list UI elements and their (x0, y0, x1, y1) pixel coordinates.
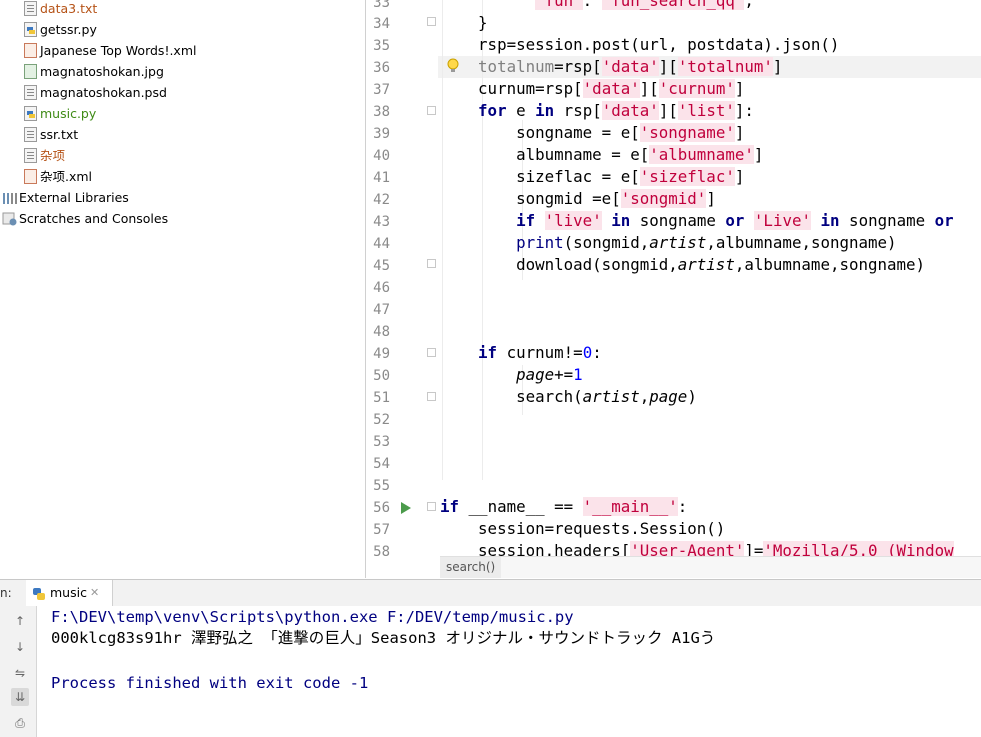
scroll-up-icon[interactable]: ↑ (11, 612, 29, 630)
code-line: page+=1 (516, 365, 583, 384)
tree-item-label: getssr.py (40, 22, 97, 37)
python-icon (32, 586, 46, 605)
code-line: albumname = e['albumname'] (440, 145, 764, 164)
text-file-icon (24, 1, 37, 16)
code-line: curnum=rsp['data']['curnum'] (440, 79, 745, 98)
project-tree-panel: data3.txt getssr.py Japanese Top Words!.… (0, 0, 366, 578)
line-number: 38 (373, 104, 390, 120)
fold-marker[interactable] (427, 106, 436, 115)
line-number: 52 (373, 412, 390, 428)
print-icon[interactable]: ⎙ (11, 714, 29, 732)
library-icon (2, 190, 17, 205)
run-tab-music[interactable]: music ✕ (26, 580, 113, 606)
line-number: 40 (373, 148, 390, 164)
line-number: 43 (373, 214, 390, 230)
line-number: 50 (373, 368, 390, 384)
code-line: print(songmid,artist,albumname,songname) (516, 233, 897, 252)
xml-file-icon (24, 43, 37, 58)
soft-wrap-icon[interactable]: ⇋ (11, 664, 29, 682)
tree-item-label: Scratches and Consoles (19, 211, 169, 226)
code-line: 'fun': 'fun_search_qq', (440, 0, 754, 12)
line-number: 35 (373, 38, 390, 54)
line-number: 58 (373, 544, 390, 560)
line-number-gutter[interactable]: 33 34 35 36 37 38 39 40 41 42 43 44 45 4… (366, 0, 459, 560)
breadcrumb: search() (440, 556, 981, 578)
line-number: 57 (373, 522, 390, 538)
scratches-icon (2, 211, 17, 226)
line-number: 54 (373, 456, 390, 472)
line-number: 39 (373, 126, 390, 142)
tree-item-label: 杂项.xml (40, 169, 93, 184)
xml-file-icon (24, 169, 37, 184)
code-line: totalnum=rsp['data']['totalnum'] (478, 57, 783, 76)
fold-marker[interactable] (427, 502, 436, 511)
tree-item-label: Japanese Top Words!.xml (40, 43, 197, 58)
line-number: 51 (373, 390, 390, 406)
tree-item-label: magnatoshokan.psd (40, 85, 167, 100)
text-file-icon (24, 127, 37, 142)
code-line: songname = e['songname'] (440, 123, 745, 142)
text-file-icon (24, 148, 37, 163)
code-line: if __name__ == '__main__': (440, 497, 688, 516)
fold-marker[interactable] (427, 348, 436, 357)
tree-item-label: External Libraries (19, 190, 129, 205)
code-area[interactable]: 'fun': 'fun_search_qq', } rsp=session.po… (440, 0, 981, 560)
line-number: 49 (373, 346, 390, 362)
line-number: 34 (373, 16, 390, 32)
python-file-icon (24, 106, 37, 121)
console-output[interactable]: F:\DEV\temp\venv\Scripts\python.exe F:/D… (37, 606, 981, 737)
line-number: 48 (373, 324, 390, 340)
code-editor[interactable]: 33 34 35 36 37 38 39 40 41 42 43 44 45 4… (366, 0, 981, 578)
fold-marker[interactable] (427, 259, 436, 268)
code-line: download(songmid,artist,albumname,songna… (440, 255, 926, 274)
image-file-icon (24, 64, 37, 79)
close-icon[interactable]: ✕ (90, 580, 99, 606)
tree-item-label: data3.txt (40, 1, 98, 16)
breadcrumb-item[interactable]: search() (440, 557, 502, 578)
line-number: 56 (373, 500, 390, 516)
line-number: 42 (373, 192, 390, 208)
tree-item-label: ssr.txt (40, 127, 79, 142)
code-line: } (440, 13, 488, 32)
line-number: 33 (373, 0, 390, 11)
run-toolwindow-header: n: music ✕ (0, 579, 981, 607)
code-line: rsp=session.post(url, postdata).json() (440, 35, 840, 54)
code-line: sizeflac = e['sizeflac'] (440, 167, 745, 186)
line-number: 45 (373, 258, 390, 274)
line-number: 55 (373, 478, 390, 494)
line-number: 41 (373, 170, 390, 186)
tree-item-label: magnatoshokan.jpg (40, 64, 164, 79)
code-line: session=requests.Session() (440, 519, 726, 538)
python-file-icon (24, 22, 37, 37)
text-file-icon (24, 85, 37, 100)
fold-marker[interactable] (427, 392, 436, 401)
tree-item-label: 杂项 (40, 148, 66, 163)
console-line-command: F:\DEV\temp\venv\Scripts\python.exe F:/D… (51, 608, 574, 626)
scroll-down-icon[interactable]: ↓ (11, 638, 29, 656)
line-number: 36 (373, 60, 390, 76)
line-number: 44 (373, 236, 390, 252)
code-line: search(artist,page) (440, 387, 697, 406)
code-line: songmid =e['songmid'] (440, 189, 716, 208)
run-toolbar: ↑ ↓ ⇋ ⇊ ⎙ (0, 606, 37, 737)
scroll-to-end-icon[interactable]: ⇊ (11, 688, 29, 706)
run-tab-label: music (50, 585, 87, 600)
line-number: 46 (373, 280, 390, 296)
run-label: n: (0, 586, 12, 600)
line-number: 47 (373, 302, 390, 318)
line-number: 37 (373, 82, 390, 98)
code-line: for e in rsp['data']['list']: (478, 101, 754, 120)
console-line-exit: Process finished with exit code -1 (51, 674, 369, 692)
run-icon[interactable] (400, 500, 412, 519)
fold-marker[interactable] (427, 17, 436, 26)
line-number: 53 (373, 434, 390, 450)
tree-item-label: music.py (40, 106, 97, 121)
code-line: if curnum!=0: (478, 343, 602, 362)
code-line: if 'live' in songname or 'Live' in songn… (516, 211, 954, 230)
console-line-output: 000klcg83s91hr 澤野弘之 「進撃の巨人」Season3 オリジナル… (51, 629, 716, 647)
